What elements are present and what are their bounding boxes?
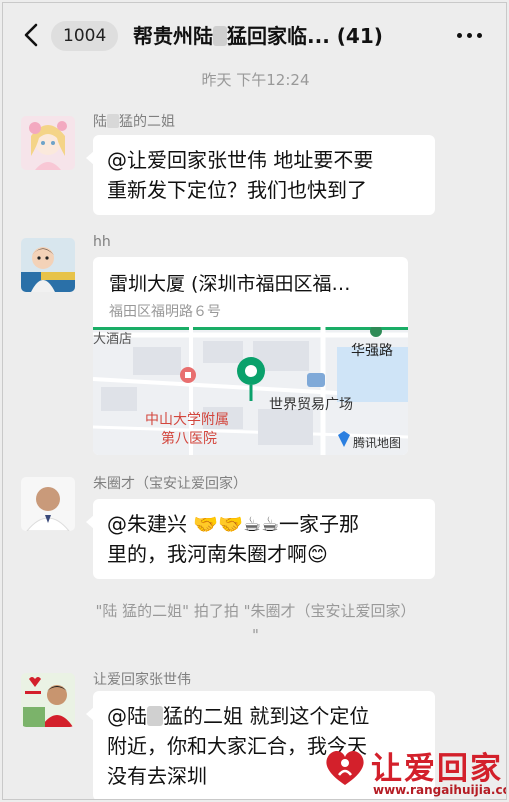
- message-line: @陆 猛的二姐 就到这个定位: [107, 701, 421, 731]
- back-icon[interactable]: [21, 22, 43, 48]
- sender-name: hh: [93, 234, 111, 250]
- message-bubble[interactable]: @让爱回家张世伟 地址要不要 重新发下定位？我们也快到了: [86, 135, 435, 215]
- top-bar: 1004 帮贵州陆 猛回家临... (41): [3, 3, 506, 65]
- watermark-url: www.rangaihuijia.com: [373, 783, 506, 797]
- chat-window: 1004 帮贵州陆猛回家临... (41) 昨天 下午12:24 陆猛的二姐: [2, 2, 507, 800]
- member-count: (41): [336, 24, 383, 48]
- chat-title-suffix: 猛回家临...: [227, 24, 330, 48]
- system-message: "陆 猛的二姐" 拍了拍 "朱圈才（宝安让爱回家） ": [33, 599, 478, 647]
- watermark-text: 让爱回家: [371, 751, 503, 787]
- heart-logo-icon: [326, 750, 364, 785]
- sender-name: 陆猛的二姐: [93, 111, 175, 131]
- map-label-hotel: 大酒店: [93, 331, 132, 346]
- message-line-suffix: 猛的二姐 就到这个定位: [163, 704, 370, 728]
- location-map[interactable]: 大酒店 华强路 世界贸易广场 中山大学附属 第八医院 腾讯地图: [93, 327, 408, 455]
- location-card[interactable]: 雷圳大厦 (深圳市福田区福… 福田区福明路６号 大酒店 华强路 世界贸易广场 中…: [93, 257, 408, 455]
- location-address: 福田区福明路６号: [109, 304, 221, 320]
- avatar[interactable]: [21, 477, 75, 531]
- map-label-road: 华强路: [351, 342, 393, 358]
- more-options-icon[interactable]: [457, 30, 487, 42]
- map-label-hospital-1: 中山大学附属: [145, 411, 229, 427]
- message-line: 里的，我河南朱圈才啊😊: [107, 542, 328, 566]
- blurred-name-char: [107, 114, 119, 128]
- chat-title: 帮贵州陆 猛回家临... (41): [133, 20, 383, 52]
- watermark: 让爱回家 www.rangaihuijia.com: [321, 743, 506, 799]
- map-provider-label: 腾讯地图: [353, 435, 401, 450]
- message-timestamp: 昨天 下午12:24: [201, 71, 310, 89]
- blurred-name-char: [147, 706, 163, 726]
- message-line: @朱建兴 🤝🤝☕☕一家子那: [107, 512, 360, 536]
- avatar[interactable]: [21, 238, 75, 292]
- sender-name: 让爱回家张世伟: [93, 672, 191, 688]
- message-line-prefix: @陆: [107, 704, 147, 728]
- avatar[interactable]: [21, 673, 75, 727]
- sender-name-prefix: 陆: [93, 114, 107, 130]
- system-message-line: ": [252, 626, 259, 644]
- map-label-trade: 世界贸易广场: [269, 396, 353, 412]
- sender-name: 朱圈才（宝安让爱回家）: [93, 476, 247, 492]
- avatar[interactable]: [21, 116, 75, 170]
- map-label-hospital-2: 第八医院: [161, 430, 217, 446]
- chat-title-prefix: 帮贵州陆: [133, 24, 213, 48]
- unread-count-badge[interactable]: 1004: [51, 21, 119, 51]
- sender-name-suffix: 猛的二姐: [119, 114, 175, 130]
- system-message-line: "陆 猛的二姐" 拍了拍 "朱圈才（宝安让爱回家）: [95, 602, 416, 620]
- location-title: 雷圳大厦 (深圳市福田区福…: [109, 273, 351, 295]
- message-line: 重新发下定位？我们也快到了: [107, 178, 367, 202]
- message-line: @让爱回家张世伟 地址要不要: [107, 148, 374, 172]
- blurred-name-char: [213, 26, 227, 46]
- message-bubble[interactable]: @朱建兴 🤝🤝☕☕一家子那 里的，我河南朱圈才啊😊: [86, 499, 435, 579]
